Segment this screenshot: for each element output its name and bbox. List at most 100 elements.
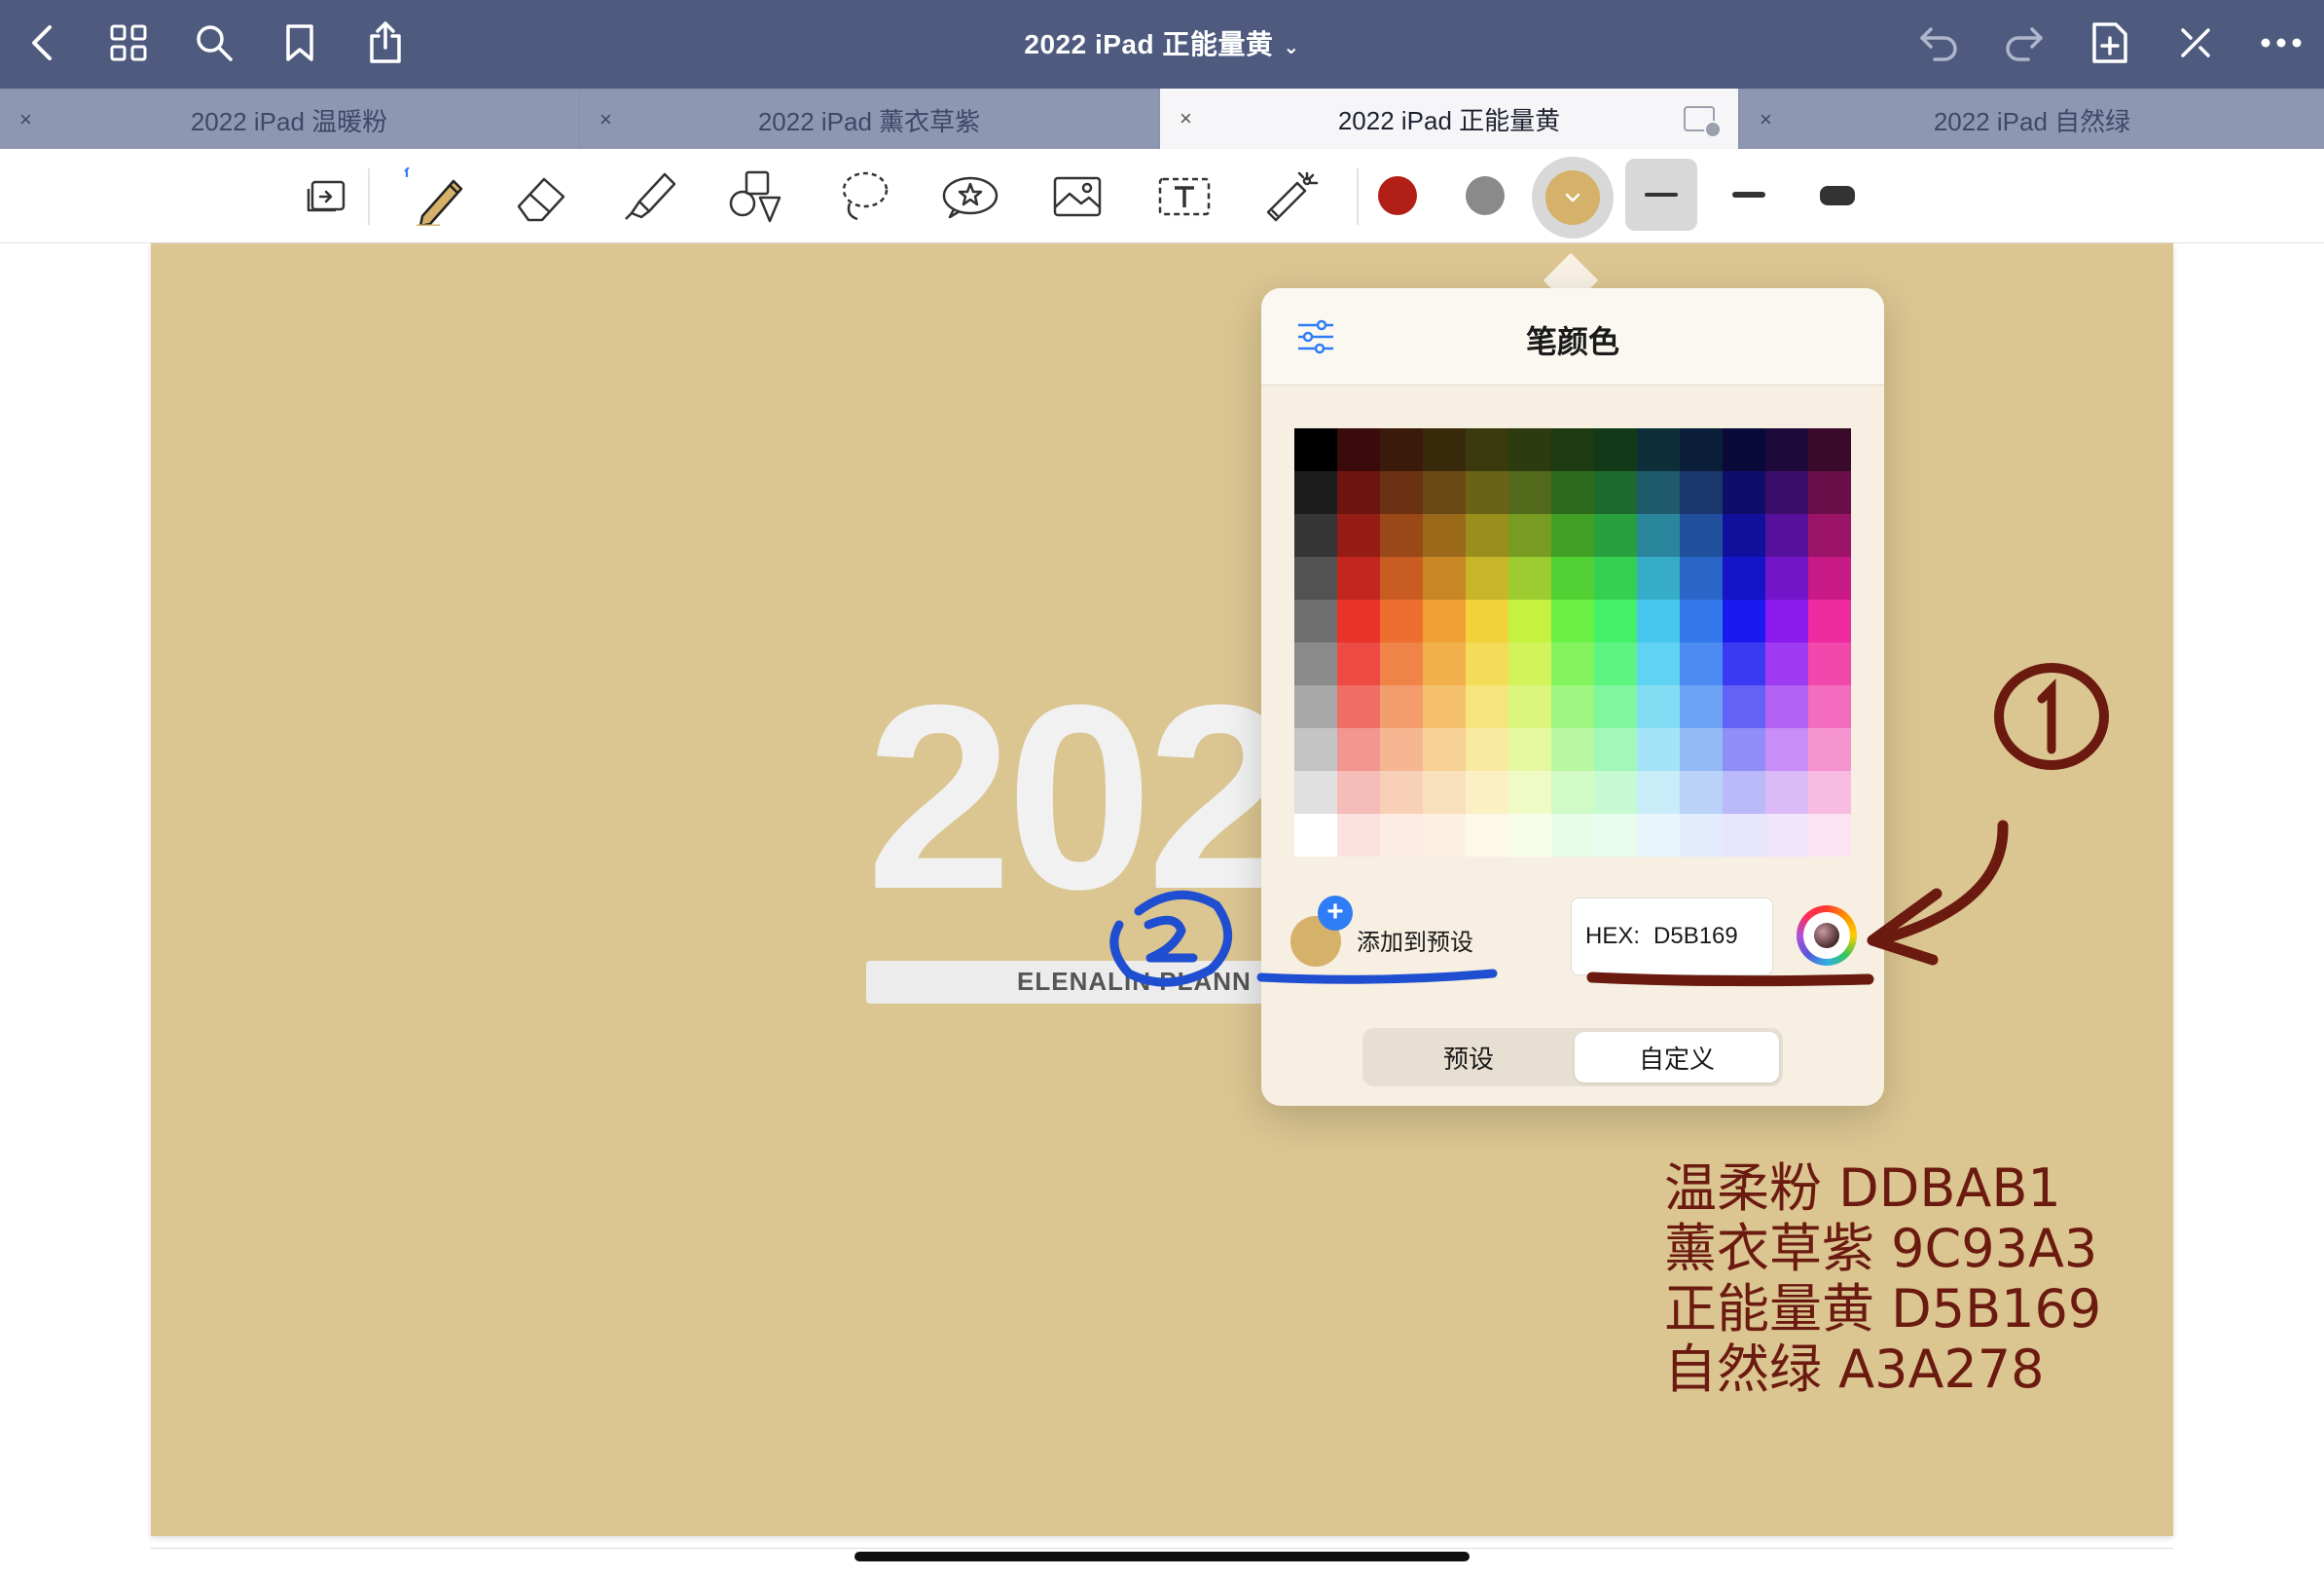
palette-color-cell[interactable]: [1594, 471, 1637, 514]
palette-color-cell[interactable]: [1723, 600, 1765, 642]
palette-color-cell[interactable]: [1765, 771, 1808, 814]
palette-color-cell[interactable]: [1723, 814, 1765, 857]
palette-color-cell[interactable]: [1808, 814, 1851, 857]
palette-color-cell[interactable]: [1680, 685, 1723, 728]
palette-color-cell[interactable]: [1423, 428, 1466, 471]
palette-color-cell[interactable]: [1380, 557, 1423, 600]
palette-color-cell[interactable]: [1637, 642, 1680, 685]
palette-color-cell[interactable]: [1294, 642, 1337, 685]
undo-icon[interactable]: [1909, 14, 1968, 72]
palette-color-cell[interactable]: [1294, 728, 1337, 771]
palette-color-cell[interactable]: [1637, 557, 1680, 600]
palette-color-cell[interactable]: [1723, 514, 1765, 557]
shapes-icon[interactable]: [722, 165, 790, 229]
palette-color-cell[interactable]: [1294, 600, 1337, 642]
palette-color-cell[interactable]: [1723, 557, 1765, 600]
palette-color-cell[interactable]: [1508, 471, 1551, 514]
stroke-thin-icon[interactable]: [1645, 193, 1678, 197]
text-icon[interactable]: [1150, 165, 1218, 229]
palette-color-cell[interactable]: [1466, 771, 1508, 814]
palette-color-cell[interactable]: [1808, 471, 1851, 514]
palette-color-cell[interactable]: [1380, 600, 1423, 642]
palette-color-cell[interactable]: [1508, 600, 1551, 642]
palette-color-cell[interactable]: [1337, 600, 1380, 642]
tab-natural-green[interactable]: × 2022 iPad 自然绿: [1740, 91, 2324, 149]
palette-color-cell[interactable]: [1680, 428, 1723, 471]
palette-color-cell[interactable]: [1508, 728, 1551, 771]
palette-color-cell[interactable]: [1551, 814, 1594, 857]
edit-pen-icon[interactable]: [2166, 14, 2225, 72]
palette-color-cell[interactable]: [1508, 428, 1551, 471]
palette-color-cell[interactable]: [1551, 471, 1594, 514]
palette-color-cell[interactable]: [1466, 471, 1508, 514]
tab-warm-pink[interactable]: × 2022 iPad 温暖粉: [0, 91, 578, 149]
palette-color-cell[interactable]: [1466, 600, 1508, 642]
palette-color-cell[interactable]: [1466, 557, 1508, 600]
palette-color-cell[interactable]: [1680, 814, 1723, 857]
palette-color-cell[interactable]: [1423, 685, 1466, 728]
hex-input-field[interactable]: HEX: D5B169: [1571, 898, 1773, 975]
close-icon[interactable]: ×: [599, 107, 612, 132]
palette-color-cell[interactable]: [1423, 514, 1466, 557]
palette-color-cell[interactable]: [1337, 557, 1380, 600]
palette-color-cell[interactable]: [1765, 557, 1808, 600]
palette-color-cell[interactable]: [1723, 728, 1765, 771]
document-title[interactable]: 2022 iPad 正能量黄 ⌄: [0, 23, 2324, 62]
palette-color-cell[interactable]: [1594, 814, 1637, 857]
palette-color-cell[interactable]: [1294, 514, 1337, 557]
palette-color-cell[interactable]: [1637, 685, 1680, 728]
palette-color-cell[interactable]: [1466, 514, 1508, 557]
palette-color-cell[interactable]: [1594, 557, 1637, 600]
palette-color-cell[interactable]: [1808, 642, 1851, 685]
palette-color-cell[interactable]: [1808, 685, 1851, 728]
redo-icon[interactable]: [1995, 14, 2053, 72]
palette-color-cell[interactable]: [1765, 471, 1808, 514]
palette-color-cell[interactable]: [1551, 771, 1594, 814]
palette-color-cell[interactable]: [1294, 557, 1337, 600]
image-icon[interactable]: [1043, 165, 1111, 229]
close-icon[interactable]: ×: [1760, 107, 1772, 132]
close-icon[interactable]: ×: [19, 107, 32, 132]
palette-color-cell[interactable]: [1423, 471, 1466, 514]
palette-color-cell[interactable]: [1380, 514, 1423, 557]
palette-color-cell[interactable]: [1551, 728, 1594, 771]
palette-color-cell[interactable]: [1380, 642, 1423, 685]
palette-color-cell[interactable]: [1380, 814, 1423, 857]
eraser-icon[interactable]: [508, 165, 576, 229]
palette-color-cell[interactable]: [1508, 685, 1551, 728]
palette-color-cell[interactable]: [1637, 728, 1680, 771]
color-wheel-icon[interactable]: [1797, 905, 1857, 966]
palette-color-cell[interactable]: [1380, 428, 1423, 471]
split-view-icon[interactable]: [1684, 106, 1722, 138]
palette-color-cell[interactable]: [1723, 685, 1765, 728]
palette-color-cell[interactable]: [1423, 814, 1466, 857]
palette-color-cell[interactable]: [1337, 728, 1380, 771]
palette-color-cell[interactable]: [1637, 771, 1680, 814]
palette-color-cell[interactable]: [1637, 471, 1680, 514]
add-to-preset-label[interactable]: 添加到预设: [1357, 923, 1473, 957]
palette-color-cell[interactable]: [1380, 685, 1423, 728]
stroke-medium-icon[interactable]: [1732, 192, 1765, 198]
palette-color-cell[interactable]: [1508, 814, 1551, 857]
palette-color-cell[interactable]: [1294, 685, 1337, 728]
palette-color-cell[interactable]: [1380, 771, 1423, 814]
palette-color-cell[interactable]: [1337, 428, 1380, 471]
palette-color-cell[interactable]: [1808, 557, 1851, 600]
palette-color-cell[interactable]: [1723, 771, 1765, 814]
palette-color-cell[interactable]: [1294, 428, 1337, 471]
palette-color-cell[interactable]: [1466, 685, 1508, 728]
palette-color-cell[interactable]: [1337, 685, 1380, 728]
palette-color-cell[interactable]: [1808, 771, 1851, 814]
palette-color-cell[interactable]: [1680, 557, 1723, 600]
laser-pointer-icon[interactable]: [1257, 165, 1325, 229]
palette-color-cell[interactable]: [1808, 600, 1851, 642]
palette-color-cell[interactable]: [1594, 514, 1637, 557]
palette-color-cell[interactable]: [1337, 514, 1380, 557]
more-icon[interactable]: [2252, 14, 2310, 72]
palette-color-cell[interactable]: [1594, 728, 1637, 771]
palette-color-cell[interactable]: [1337, 471, 1380, 514]
palette-color-cell[interactable]: [1723, 642, 1765, 685]
palette-color-cell[interactable]: [1551, 514, 1594, 557]
palette-color-cell[interactable]: [1723, 428, 1765, 471]
palette-color-cell[interactable]: [1594, 600, 1637, 642]
